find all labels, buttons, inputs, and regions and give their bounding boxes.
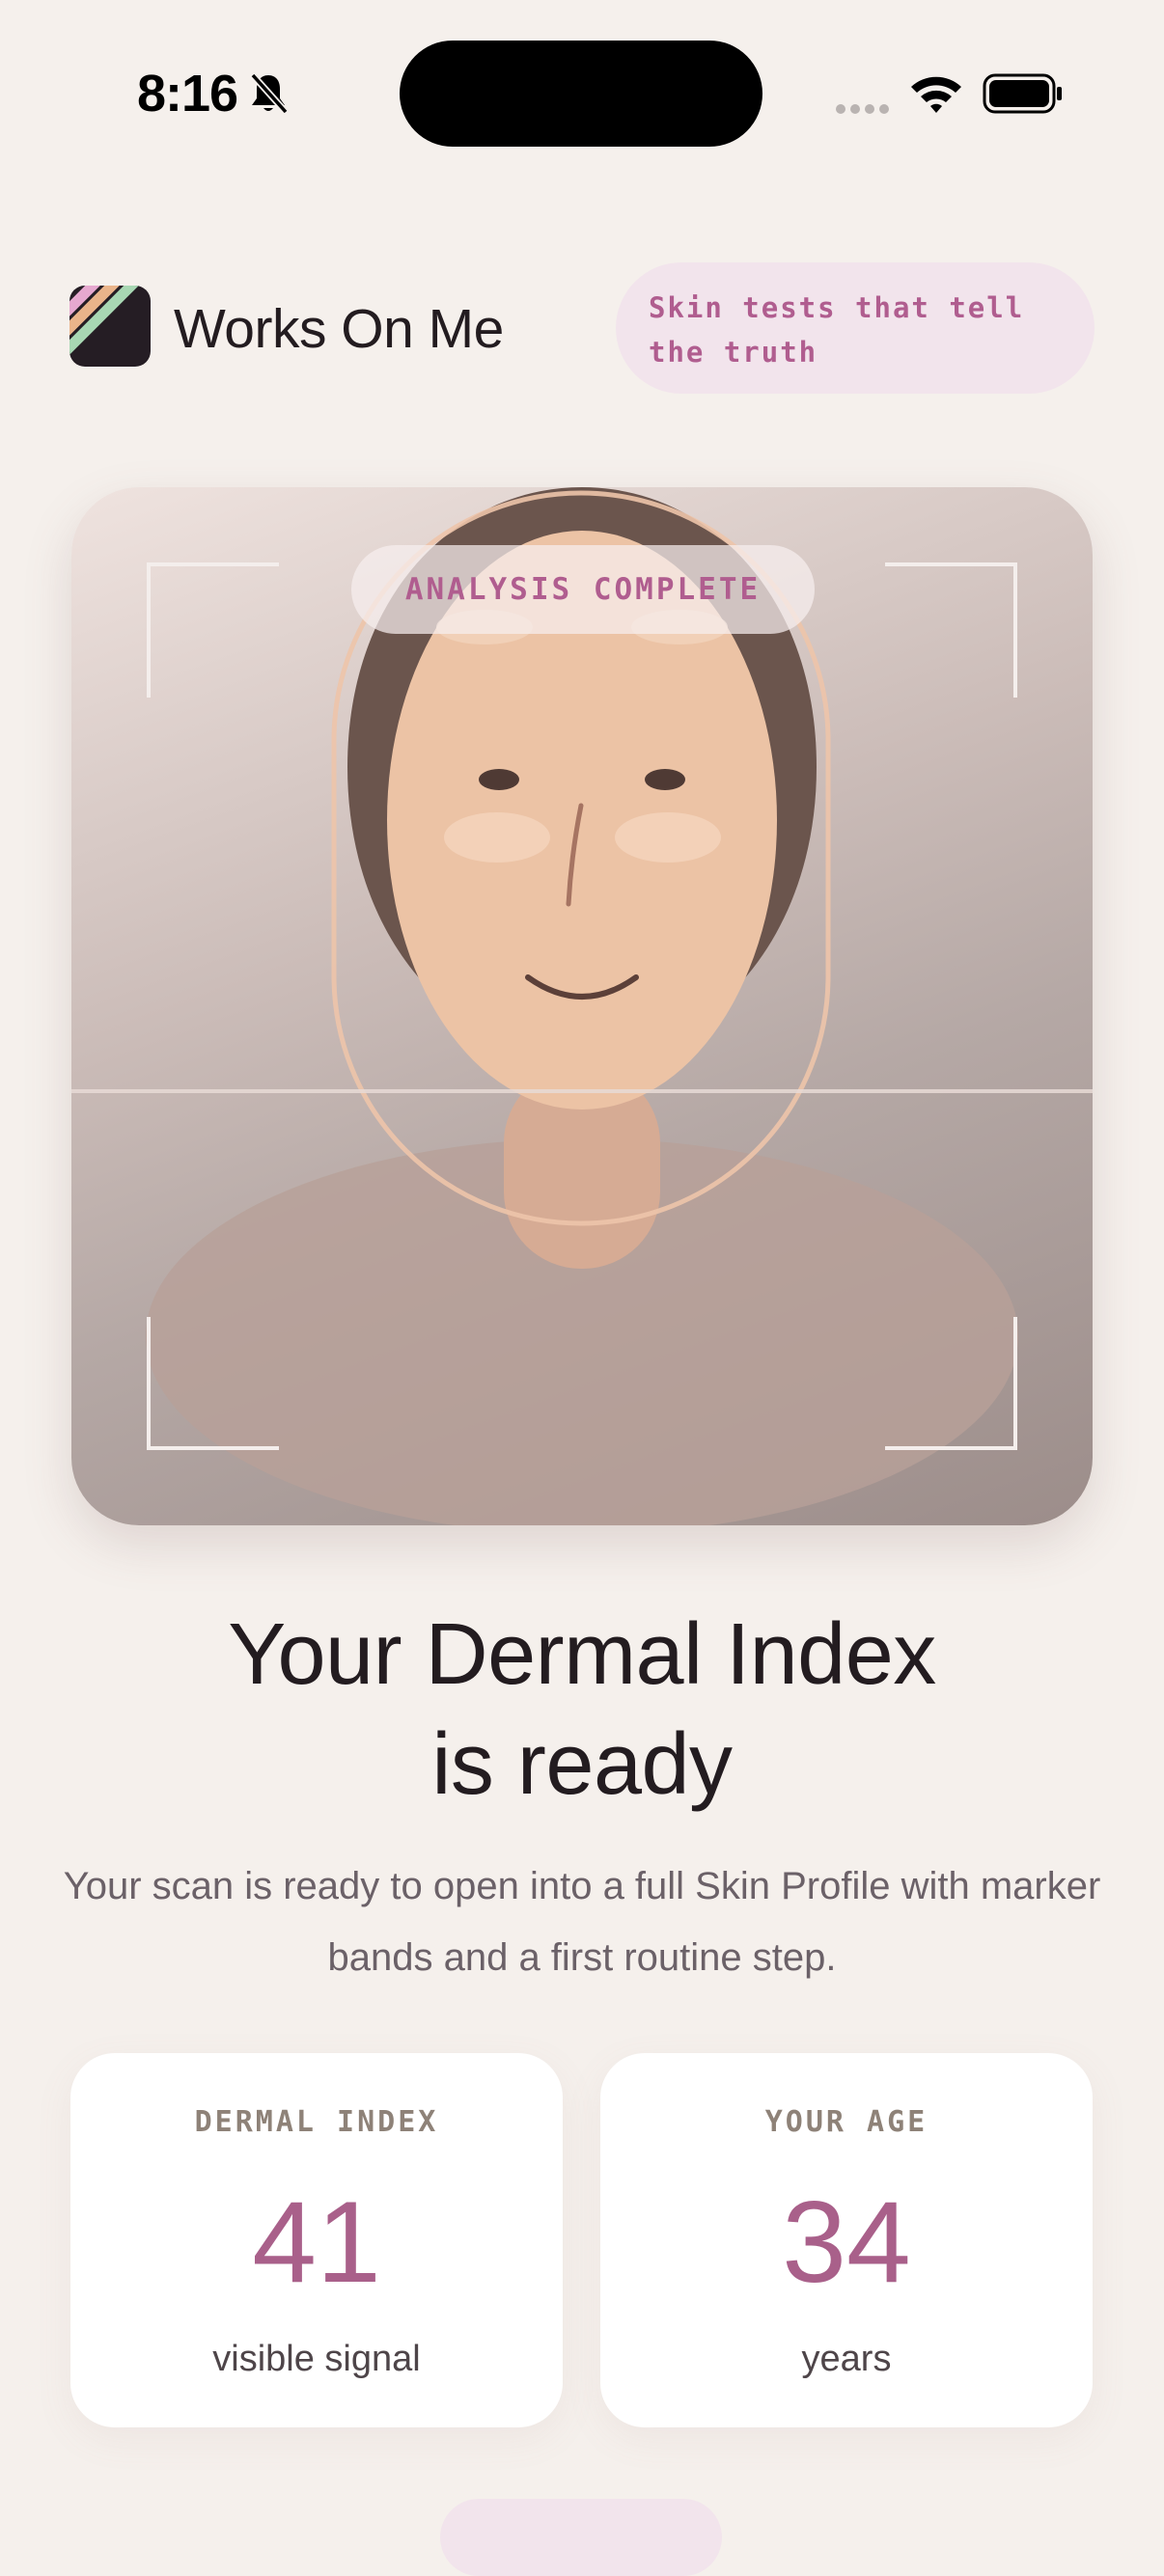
age-card: YOUR AGE 34 years (600, 2053, 1093, 2427)
right-eye (645, 769, 685, 790)
dynamic-island (400, 41, 762, 147)
tagline-text: Skin tests that tell the truth (649, 291, 1025, 369)
left-eye (479, 769, 519, 790)
status-time: 8:16 (137, 65, 238, 123)
metric-unit: years (801, 2339, 892, 2379)
headline-line-1: Your Dermal Index (228, 1606, 936, 1703)
battery-icon (983, 73, 1062, 114)
result-headline: Your Dermal Index is ready (0, 1600, 1164, 1820)
metric-label: YOUR AGE (764, 2105, 928, 2139)
app-name: Works On Me (174, 298, 504, 360)
wifi-icon (911, 76, 961, 113)
face-scan-card: ANALYSIS COMPLETE (71, 487, 1093, 1525)
app-logo-icon (69, 286, 151, 367)
left-cheek (444, 812, 550, 863)
continue-button[interactable] (440, 2499, 722, 2576)
tagline-pill: Skin tests that tell the truth (616, 262, 1095, 394)
bell-slash-icon (250, 72, 289, 115)
frame-corner-top-right (885, 562, 1017, 698)
status-bar: 8:16 (0, 0, 1164, 193)
result-description: Your scan is ready to open into a full S… (63, 1865, 1101, 1979)
headline-line-2: is ready (431, 1716, 733, 1813)
face-illustration (71, 487, 1093, 1525)
dermal-index-card: DERMAL INDEX 41 visible signal (70, 2053, 563, 2427)
metric-value: 41 (252, 2178, 381, 2307)
metric-unit: visible signal (212, 2339, 421, 2379)
metric-label: DERMAL INDEX (194, 2105, 439, 2139)
right-cheek (615, 812, 721, 863)
analysis-status-badge: ANALYSIS COMPLETE (351, 545, 815, 634)
cellular-signal-icon (836, 104, 889, 114)
metric-value: 34 (782, 2178, 911, 2307)
app-header: Works On Me Skin tests that tell the tru… (69, 262, 1095, 394)
frame-corner-top-left (147, 562, 279, 698)
